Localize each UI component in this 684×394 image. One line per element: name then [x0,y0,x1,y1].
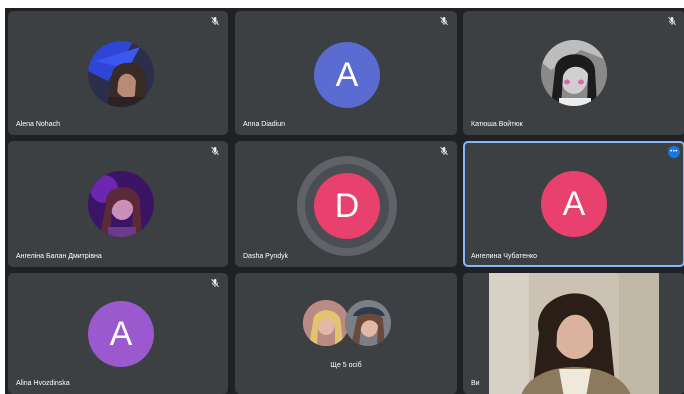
participant-tile[interactable]: Ангеліна Балан Дмитрівна [8,141,228,267]
avatar: A [88,301,154,367]
avatar-letter: A [335,56,359,94]
avatar: A [314,42,380,108]
participant-name: Ангеліна Балан Дмитрівна [16,253,102,260]
participant-name: Ангелина Чубатенко [471,253,538,260]
mic-off-icon [439,16,449,26]
participant-tile[interactable]: Катюша Войтюк [463,11,684,135]
avatar [88,171,154,237]
participant-name: Катюша Войтюк [471,121,523,128]
more-participants-label: Ще 5 осіб [330,362,362,369]
avatar [541,40,607,106]
more-participants-tile[interactable]: Ще 5 осіб [235,273,457,394]
avatar [303,300,349,346]
self-video [489,273,659,394]
avatar [88,41,154,107]
mic-off-icon [667,16,677,26]
participant-name: Alena Nohach [16,121,60,128]
participant-tile[interactable]: D Dasha Pyndyk [235,141,457,267]
participant-name: Anna Diadiun [243,121,286,128]
participant-tile[interactable]: A Anna Diadiun [235,11,457,135]
participant-name: Ви [471,380,480,387]
participant-tile[interactable]: A Alina Hvozdinska [8,273,228,394]
participant-name: Dasha Pyndyk [243,253,289,260]
participant-tile[interactable]: ••• A Ангелина Чубатенко [463,141,684,267]
avatar-letter: A [109,315,133,353]
participant-name: Alina Hvozdinska [16,380,70,387]
avatar: D [314,173,380,239]
avatar: A [541,171,607,237]
mic-off-icon [439,146,449,156]
mic-off-icon [210,278,220,288]
participant-tile[interactable]: Alena Nohach [8,11,228,135]
more-options-icon[interactable]: ••• [668,146,680,158]
self-view-tile[interactable]: Ви [463,273,684,394]
avatar-letter: D [334,187,360,225]
mic-off-icon [210,16,220,26]
avatar [345,300,391,346]
meeting-grid: Alena Nohach A Anna Diadiun Катюша Войтю… [5,8,684,394]
avatar-letter: A [562,185,586,223]
mic-off-icon [210,146,220,156]
